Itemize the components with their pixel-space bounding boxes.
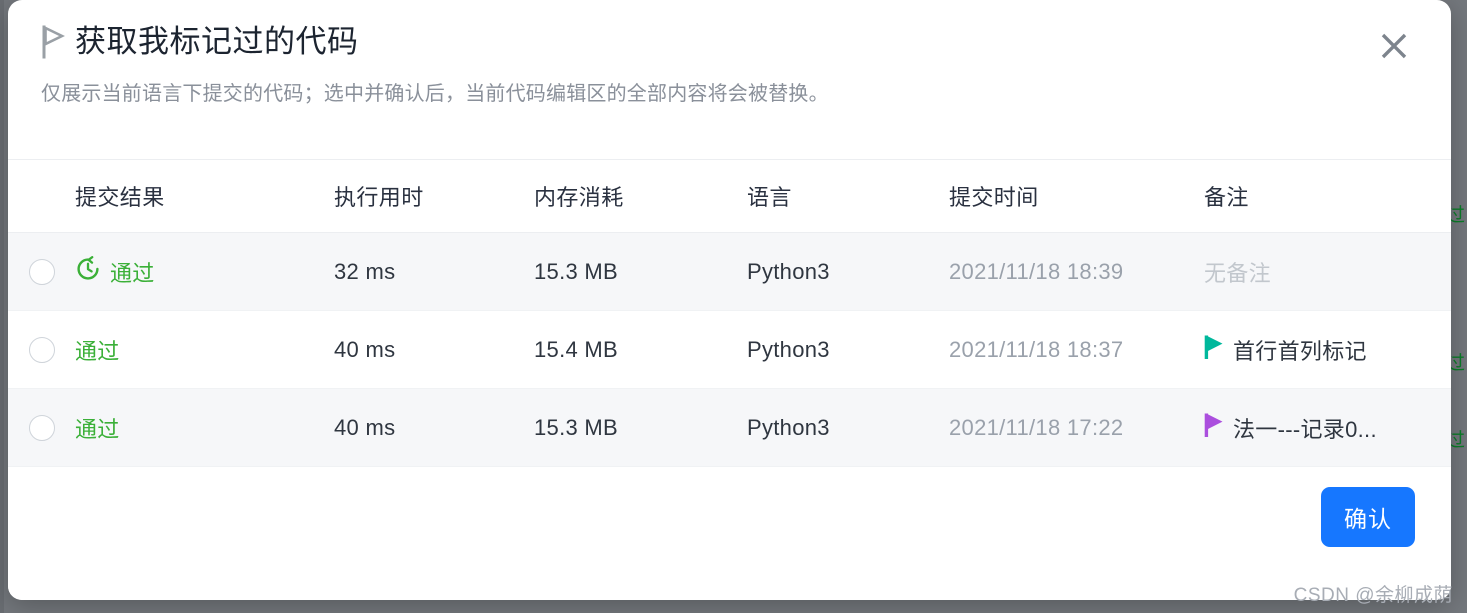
cell-memory: 15.4 MB: [534, 336, 619, 362]
cell-result: 通过: [75, 412, 334, 444]
column-header-submitted-at: 提交时间: [949, 185, 1039, 210]
cell-runtime: 40 ms: [334, 414, 396, 440]
cell-result-text: 通过: [75, 416, 120, 442]
dialog-header: 获取我标记过的代码 仅展示当前语言下提交的代码；选中并确认后，当前代码编辑区的全…: [8, 0, 1451, 160]
row-select-cell: [8, 336, 75, 363]
history-clock-icon: [75, 255, 101, 288]
cell-result-text: 通过: [75, 338, 120, 364]
dialog-footer: 确认: [8, 470, 1451, 600]
cell-language: Python3: [747, 336, 830, 362]
cell-runtime: 32 ms: [334, 258, 396, 284]
watermark: CSDN @余柳成荫: [1293, 585, 1453, 606]
confirm-button[interactable]: 确认: [1321, 487, 1415, 547]
column-header-memory: 内存消耗: [534, 185, 624, 210]
cell-memory: 15.3 MB: [534, 414, 619, 440]
column-header-note: 备注: [1204, 185, 1249, 210]
flag-solid-icon: [1204, 412, 1224, 444]
cell-note-text: 首行首列标记: [1233, 338, 1367, 364]
column-header-language: 语言: [747, 185, 792, 210]
cell-note: 无备注: [1204, 256, 1439, 288]
cell-note-text: 无备注: [1204, 260, 1271, 286]
submissions-table: 提交结果 执行用时 内存消耗 语言 提交时间 备注 通过 32 ms 15.3 …: [8, 160, 1451, 467]
column-header-runtime: 执行用时: [334, 185, 424, 210]
cell-submitted-at: 2021/11/18 17:22: [949, 414, 1124, 440]
table-row[interactable]: 通过 40 ms 15.4 MB Python3 2021/11/18 18:3…: [8, 311, 1451, 389]
row-radio-button[interactable]: [28, 414, 55, 441]
dialog-title-row: 获取我标记过的代码: [8, 0, 1451, 62]
table-header-row: 提交结果 执行用时 内存消耗 语言 提交时间 备注: [8, 160, 1451, 233]
cell-memory: 15.3 MB: [534, 258, 619, 284]
get-marked-code-dialog: 获取我标记过的代码 仅展示当前语言下提交的代码；选中并确认后，当前代码编辑区的全…: [8, 0, 1451, 600]
cell-language: Python3: [747, 414, 830, 440]
table-row[interactable]: 通过 40 ms 15.3 MB Python3 2021/11/18 17:2…: [8, 389, 1451, 467]
cell-result-text: 通过: [110, 260, 155, 286]
backdrop-left-edge: [0, 0, 4, 613]
flag-outline-icon: [41, 25, 65, 59]
table-row[interactable]: 通过 32 ms 15.3 MB Python3 2021/11/18 18:3…: [8, 233, 1451, 311]
cell-note-text: 法一---记录0...: [1233, 416, 1377, 442]
flag-solid-icon: [1204, 334, 1224, 366]
cell-note: 首行首列标记: [1204, 334, 1439, 366]
column-header-result: 提交结果: [75, 185, 165, 210]
row-radio-button[interactable]: [28, 336, 55, 363]
cell-result: 通过: [75, 255, 334, 288]
cell-submitted-at: 2021/11/18 18:37: [949, 336, 1124, 362]
page-title: 获取我标记过的代码: [75, 24, 359, 59]
close-icon[interactable]: [1373, 25, 1415, 67]
cell-result: 通过: [75, 334, 334, 366]
row-radio-button[interactable]: [28, 258, 55, 285]
cell-language: Python3: [747, 258, 830, 284]
dialog-subtitle: 仅展示当前语言下提交的代码；选中并确认后，当前代码编辑区的全部内容将会被替换。: [41, 83, 829, 105]
row-select-cell: [8, 258, 75, 285]
row-select-cell: [8, 414, 75, 441]
cell-submitted-at: 2021/11/18 18:39: [949, 258, 1124, 284]
cell-note: 法一---记录0...: [1204, 412, 1439, 444]
cell-runtime: 40 ms: [334, 336, 396, 362]
